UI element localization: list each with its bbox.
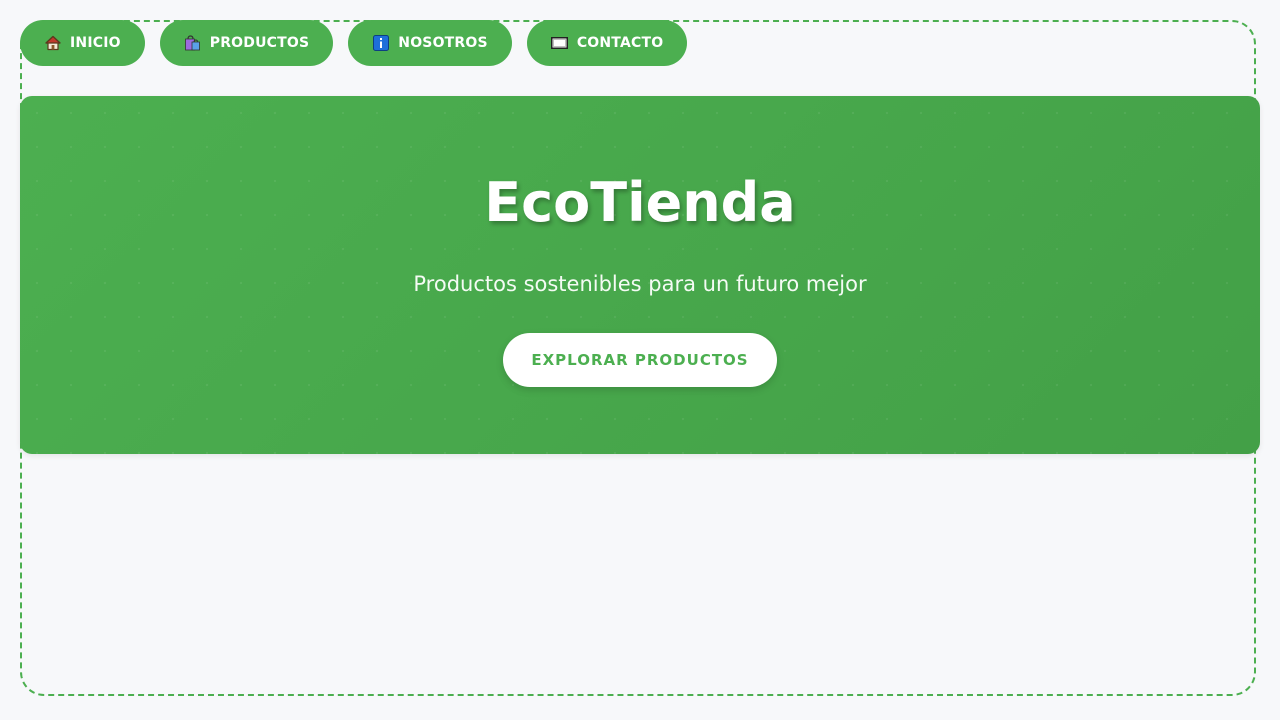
- house-icon: [44, 34, 62, 52]
- nav-item-nosotros[interactable]: NOSOTROS: [348, 20, 512, 66]
- nav-item-label: INICIO: [70, 35, 121, 51]
- envelope-icon: [551, 34, 569, 52]
- nav-item-label: CONTACTO: [576, 35, 664, 51]
- main-navigation: INICIO PRODUCTOS NOSOTROS CONTACTO: [20, 20, 688, 66]
- nav-item-contacto[interactable]: CONTACTO: [526, 20, 688, 66]
- explore-products-button[interactable]: EXPLORAR PRODUCTOS: [503, 333, 777, 387]
- nav-item-label: PRODUCTOS: [209, 35, 310, 51]
- nav-item-productos[interactable]: PRODUCTOS: [159, 20, 334, 66]
- nav-item-label: NOSOTROS: [398, 35, 488, 51]
- nav-item-inicio[interactable]: INICIO: [20, 20, 145, 66]
- info-icon: [372, 34, 390, 52]
- hero-subtitle: Productos sostenibles para un futuro mej…: [413, 272, 867, 296]
- hero-banner: EcoTienda Productos sostenibles para un …: [20, 96, 1260, 454]
- shopping-bags-icon: [184, 34, 202, 52]
- hero-title: EcoTienda: [484, 171, 796, 234]
